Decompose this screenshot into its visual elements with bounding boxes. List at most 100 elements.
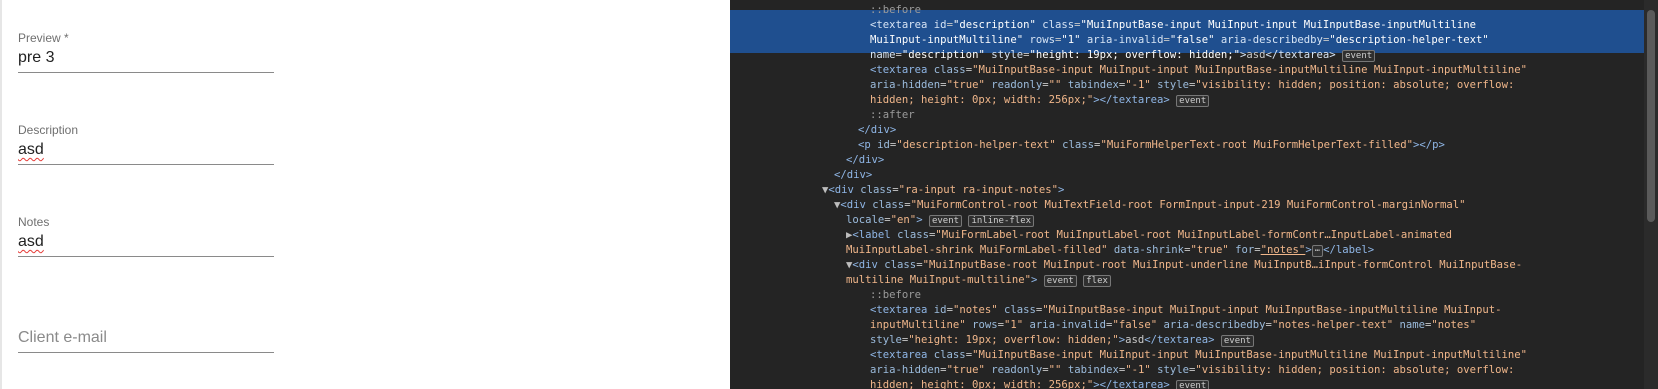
dom-token: ></textarea>: [1093, 379, 1170, 389]
dom-token: "description": [901, 49, 985, 61]
dom-token: readonly: [991, 79, 1043, 91]
dom-token: "visibility: hidden; position: absolute;…: [1195, 79, 1515, 91]
dom-token: <textarea: [870, 64, 928, 76]
dom-token: class: [884, 259, 917, 271]
notes-field[interactable]: Notes asd: [18, 215, 274, 257]
dom-token: "false": [1169, 34, 1215, 46]
dom-node-line[interactable]: ::before: [870, 3, 1644, 17]
dom-token: rows: [1029, 34, 1055, 46]
dom-node-line[interactable]: inputMultiline" rows="1" aria-invalid="f…: [870, 318, 1644, 332]
preview-input[interactable]: pre 3: [18, 48, 274, 73]
devtools-badge[interactable]: event: [1043, 275, 1077, 287]
dom-token: class: [933, 349, 966, 361]
dom-node-line[interactable]: ▼<div class="MuiInputBase-root MuiInput-…: [846, 258, 1644, 272]
dom-token: "true": [1190, 244, 1229, 256]
dom-token: "": [1048, 79, 1062, 91]
dom-token: "MuiFormLabel-root MuiInputLabel-root Mu…: [935, 229, 1452, 241]
devtools-badge[interactable]: inline-flex: [968, 215, 1035, 227]
dom-node-line[interactable]: <p id="description-helper-text" class="M…: [858, 138, 1644, 152]
dom-node-line[interactable]: hidden; height: 0px; width: 256px;"></te…: [870, 378, 1644, 389]
dom-token: MuiInput-inputMultiline": [870, 34, 1024, 46]
dom-token: <textarea: [870, 304, 928, 316]
devtools-badge[interactable]: event: [1176, 380, 1210, 389]
form-panel: Preview * pre 3 Description asd Notes as…: [0, 0, 730, 389]
dom-token: style: [991, 49, 1024, 61]
dom-token: </div>: [834, 169, 873, 181]
dom-token: </div>: [846, 154, 885, 166]
dom-node-line[interactable]: aria-hidden="true" readonly="" tabindex=…: [870, 363, 1644, 377]
devtools-badge[interactable]: flex: [1083, 275, 1111, 287]
dom-token: tabindex: [1067, 79, 1119, 91]
dom-token: hidden; height: 0px; width: 256px;": [870, 94, 1094, 106]
dom-token: MuiInputLabel-shrink MuiFormLabel-filled…: [846, 244, 1108, 256]
description-input[interactable]: asd: [18, 140, 274, 165]
attribute-link[interactable]: "notes": [1261, 244, 1306, 256]
dom-token: "height: 19px; overflow: hidden;": [1029, 49, 1240, 61]
dom-node-line[interactable]: hidden; height: 0px; width: 256px;"></te…: [870, 93, 1644, 107]
dom-token: readonly: [991, 364, 1043, 376]
dom-token: "ra-input ra-input-notes": [898, 184, 1059, 196]
dom-token: aria-hidden: [870, 364, 941, 376]
dom-node-line[interactable]: <textarea class="MuiInputBase-input MuiI…: [870, 348, 1644, 362]
panel-divider: [0, 0, 2, 389]
dom-node-line[interactable]: ::before: [870, 288, 1644, 302]
dom-token: rows: [972, 319, 998, 331]
dom-node-line[interactable]: <textarea id="notes" class="MuiInputBase…: [870, 303, 1644, 317]
dom-node-line[interactable]: ::after: [870, 108, 1644, 122]
dom-node-line[interactable]: name="description" style="height: 19px; …: [870, 48, 1644, 62]
dom-token: "description-helper-text": [896, 139, 1056, 151]
dom-node-line[interactable]: locale="en"> event inline-flex: [846, 213, 1644, 227]
dom-token: "MuiInputBase-input MuiInput-input MuiIn…: [1080, 19, 1476, 31]
client-email-field[interactable]: Client e-mail: [18, 328, 274, 353]
devtools-badge[interactable]: event: [1342, 50, 1376, 62]
dom-token: aria-invalid: [1029, 319, 1107, 331]
dom-token: "": [1048, 364, 1062, 376]
dom-node-line[interactable]: ▼<div class="ra-input ra-input-notes">: [822, 183, 1644, 197]
dom-node-line[interactable]: MuiInput-inputMultiline" rows="1" aria-i…: [870, 33, 1644, 47]
dom-token: "1": [1003, 319, 1024, 331]
dom-token: "true": [946, 364, 985, 376]
dom-node-line[interactable]: style="height: 19px; overflow: hidden;">…: [870, 333, 1644, 347]
dom-token: "notes": [1431, 319, 1477, 331]
devtools-badge[interactable]: event: [928, 215, 963, 227]
dom-token: ::after: [870, 109, 915, 121]
dom-node-line[interactable]: ▶<label class="MuiFormLabel-root MuiInpu…: [846, 228, 1644, 242]
devtools-scrollbar[interactable]: [1644, 0, 1658, 389]
dom-token: aria-hidden: [870, 79, 941, 91]
dom-node-line[interactable]: </div>: [846, 153, 1644, 167]
scrollbar-thumb[interactable]: [1647, 10, 1655, 222]
dom-token: >: [1305, 244, 1312, 256]
dom-node-line[interactable]: aria-hidden="true" readonly="" tabindex=…: [870, 78, 1644, 92]
dom-token: "notes-helper-text": [1271, 319, 1394, 331]
client-email-input[interactable]: Client e-mail: [18, 328, 274, 353]
devtools-elements-panel: ::before <textarea id="description" class…: [730, 0, 1658, 389]
dom-node-line[interactable]: multiline MuiInput-multiline"> event fle…: [846, 273, 1644, 287]
description-field[interactable]: Description asd: [18, 123, 274, 165]
dom-node-line[interactable]: <textarea id="description" class="MuiInp…: [870, 18, 1644, 32]
devtools-badge[interactable]: ⋯: [1311, 245, 1324, 257]
dom-token: <div: [840, 199, 866, 211]
notes-input[interactable]: asd: [18, 232, 274, 257]
preview-field[interactable]: Preview * pre 3: [18, 31, 274, 73]
dom-token: "visibility: hidden; position: absolute;…: [1195, 364, 1515, 376]
dom-token: "true": [946, 79, 985, 91]
dom-token: </label>: [1323, 244, 1375, 256]
dom-token: [1214, 334, 1220, 346]
devtools-badge[interactable]: event: [1220, 335, 1254, 347]
dom-node-line[interactable]: <textarea class="MuiInputBase-input MuiI…: [870, 63, 1644, 77]
dom-token: locale: [846, 214, 885, 226]
dom-token: ::before: [870, 289, 922, 301]
dom-token: "-1": [1125, 79, 1151, 91]
dom-node-line[interactable]: </div>: [834, 168, 1644, 182]
dom-token: style: [1157, 79, 1190, 91]
dom-node-line[interactable]: MuiInputLabel-shrink MuiFormLabel-filled…: [846, 243, 1644, 257]
dom-token: asd: [1125, 334, 1145, 346]
dom-token: "description": [952, 19, 1036, 31]
dom-node-line[interactable]: </div>: [858, 123, 1644, 137]
dom-token: "MuiInputBase-input MuiInput-input MuiIn…: [1042, 304, 1502, 316]
dom-token: name: [870, 49, 896, 61]
dom-token: </textarea>: [1265, 49, 1336, 61]
dom-node-line[interactable]: ▼<div class="MuiFormControl-root MuiText…: [834, 198, 1644, 212]
devtools-badge[interactable]: event: [1176, 95, 1210, 107]
dom-token: aria-describedby: [1163, 319, 1266, 331]
